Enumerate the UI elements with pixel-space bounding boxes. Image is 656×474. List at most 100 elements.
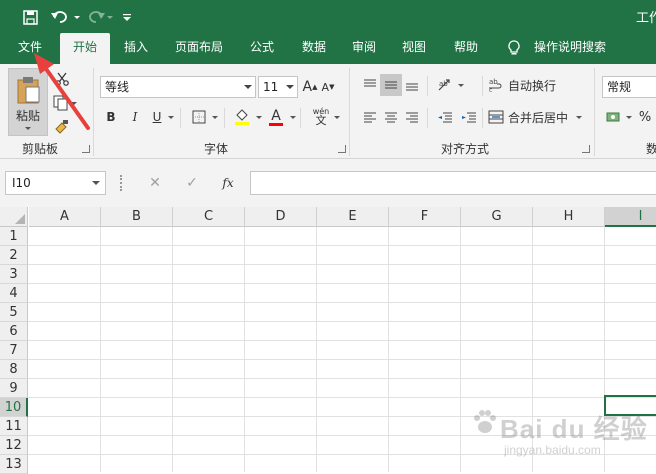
enter-icon[interactable]: ✓ xyxy=(180,172,204,194)
tab-page-layout[interactable]: 页面布局 xyxy=(168,33,230,64)
active-cell-i10[interactable] xyxy=(604,395,656,416)
font-size-select[interactable]: 11 xyxy=(258,76,298,98)
align-bottom-icon[interactable] xyxy=(402,74,422,96)
cancel-icon[interactable]: ✕ xyxy=(143,172,167,194)
align-left-icon[interactable] xyxy=(360,106,380,128)
select-all-button[interactable] xyxy=(0,207,28,227)
column-header[interactable]: E xyxy=(317,207,389,227)
accounting-dropdown-icon[interactable] xyxy=(626,116,632,119)
font-launcher-icon[interactable] xyxy=(338,145,346,153)
border-dropdown-icon[interactable] xyxy=(212,116,218,119)
increase-font-size-icon[interactable]: A ▲ xyxy=(302,76,318,98)
paste-button[interactable]: 粘贴 xyxy=(8,68,48,136)
tab-data[interactable]: 数据 xyxy=(292,33,336,64)
tab-help[interactable]: 帮助 xyxy=(444,33,488,64)
row-header[interactable]: 4 xyxy=(0,284,28,303)
tab-file[interactable]: 文件 xyxy=(8,33,52,64)
align-top-icon[interactable] xyxy=(360,74,380,96)
undo-dropdown-icon[interactable] xyxy=(72,7,82,27)
decrease-font-size-icon[interactable]: A ▼ xyxy=(320,76,336,98)
undo-icon[interactable] xyxy=(48,7,72,27)
row-header[interactable]: 7 xyxy=(0,341,28,360)
gridline xyxy=(28,283,656,284)
wrap-text-button[interactable]: ab c 自动换行 xyxy=(488,74,572,96)
border-icon[interactable] xyxy=(188,106,210,128)
font-name-value: 等线 xyxy=(105,80,130,94)
worksheet-grid[interactable]: A B C D E F G H I 1 2 3 4 5 6 7 8 9 10 1… xyxy=(0,207,656,474)
orientation-dropdown-icon[interactable] xyxy=(458,84,464,87)
font-color-dropdown-icon[interactable] xyxy=(290,116,296,119)
fill-color-icon[interactable] xyxy=(232,106,252,128)
row-header[interactable]: 2 xyxy=(0,246,28,265)
row-header[interactable]: 9 xyxy=(0,379,28,398)
column-header[interactable]: H xyxy=(533,207,605,227)
number-format-value: 常规 xyxy=(607,80,632,94)
row-header[interactable]: 11 xyxy=(0,417,28,436)
tell-me-search[interactable]: 操作说明搜索 xyxy=(528,33,612,64)
align-center-icon[interactable] xyxy=(380,106,402,128)
column-header[interactable]: D xyxy=(245,207,317,227)
row-header[interactable]: 1 xyxy=(0,227,28,246)
row-header[interactable]: 13 xyxy=(0,455,28,474)
divider xyxy=(427,76,428,96)
increase-indent-icon[interactable] xyxy=(458,106,480,128)
tab-view[interactable]: 视图 xyxy=(392,33,436,64)
gridline xyxy=(28,359,656,360)
window-title: 工作 xyxy=(636,11,656,26)
phonetic-guide-icon[interactable]: wén 文 xyxy=(310,104,332,128)
accounting-format-icon[interactable] xyxy=(604,106,624,128)
align-middle-icon[interactable] xyxy=(380,74,402,96)
gridline xyxy=(28,245,656,246)
number-format-select[interactable]: 常规 xyxy=(602,76,656,98)
gridline xyxy=(28,435,656,436)
name-box[interactable]: I10 xyxy=(5,171,106,195)
row-header[interactable]: 6 xyxy=(0,322,28,341)
formula-bar-grip[interactable] xyxy=(120,175,122,191)
decrease-indent-icon[interactable] xyxy=(434,106,456,128)
gridline xyxy=(28,302,656,303)
redo-dropdown-icon[interactable] xyxy=(106,7,114,27)
merge-center-icon xyxy=(488,110,504,124)
column-header[interactable]: B xyxy=(101,207,173,227)
percent-style-icon[interactable]: % xyxy=(636,106,654,128)
font-size-value: 11 xyxy=(263,80,279,94)
phonetic-dropdown-icon[interactable] xyxy=(334,116,340,119)
bold-button[interactable]: B xyxy=(102,106,120,128)
row-header[interactable]: 12 xyxy=(0,436,28,455)
tab-insert[interactable]: 插入 xyxy=(114,33,158,64)
lightbulb-icon[interactable] xyxy=(504,33,524,64)
save-icon[interactable] xyxy=(19,7,41,27)
align-right-icon[interactable] xyxy=(402,106,422,128)
cut-icon[interactable] xyxy=(52,68,72,90)
underline-button[interactable]: U xyxy=(148,106,166,128)
redo-icon[interactable] xyxy=(84,7,108,27)
underline-dropdown-icon[interactable] xyxy=(168,116,174,119)
tab-home[interactable]: 开始 xyxy=(60,33,110,64)
column-header[interactable]: G xyxy=(461,207,533,227)
column-header-selected[interactable]: I xyxy=(605,207,656,227)
format-painter-icon[interactable] xyxy=(52,116,72,138)
column-header[interactable]: C xyxy=(173,207,245,227)
font-group-label: 字体 xyxy=(203,142,228,156)
row-header[interactable]: 3 xyxy=(0,265,28,284)
formula-input[interactable] xyxy=(250,171,656,195)
insert-function-button[interactable]: fx xyxy=(216,172,240,194)
font-name-select[interactable]: 等线 xyxy=(100,76,256,98)
fill-color-dropdown-icon[interactable] xyxy=(256,116,262,119)
tab-review[interactable]: 审阅 xyxy=(342,33,386,64)
alignment-launcher-icon[interactable] xyxy=(582,145,590,153)
row-header[interactable]: 8 xyxy=(0,360,28,379)
customize-quick-access-icon[interactable] xyxy=(120,7,134,27)
tab-formulas[interactable]: 公式 xyxy=(240,33,284,64)
merge-center-button[interactable]: 合并后居中 xyxy=(488,106,584,128)
alignment-group-label: 对齐方式 xyxy=(440,142,489,156)
row-header[interactable]: 5 xyxy=(0,303,28,322)
font-color-icon[interactable]: A xyxy=(266,106,286,128)
clipboard-launcher-icon[interactable] xyxy=(82,145,90,153)
orientation-icon[interactable]: ab xyxy=(434,74,456,96)
column-header[interactable]: A xyxy=(29,207,101,227)
copy-icon[interactable] xyxy=(52,92,78,114)
italic-button[interactable]: I xyxy=(126,106,144,128)
row-header-selected[interactable]: 10 xyxy=(0,398,28,417)
column-header[interactable]: F xyxy=(389,207,461,227)
